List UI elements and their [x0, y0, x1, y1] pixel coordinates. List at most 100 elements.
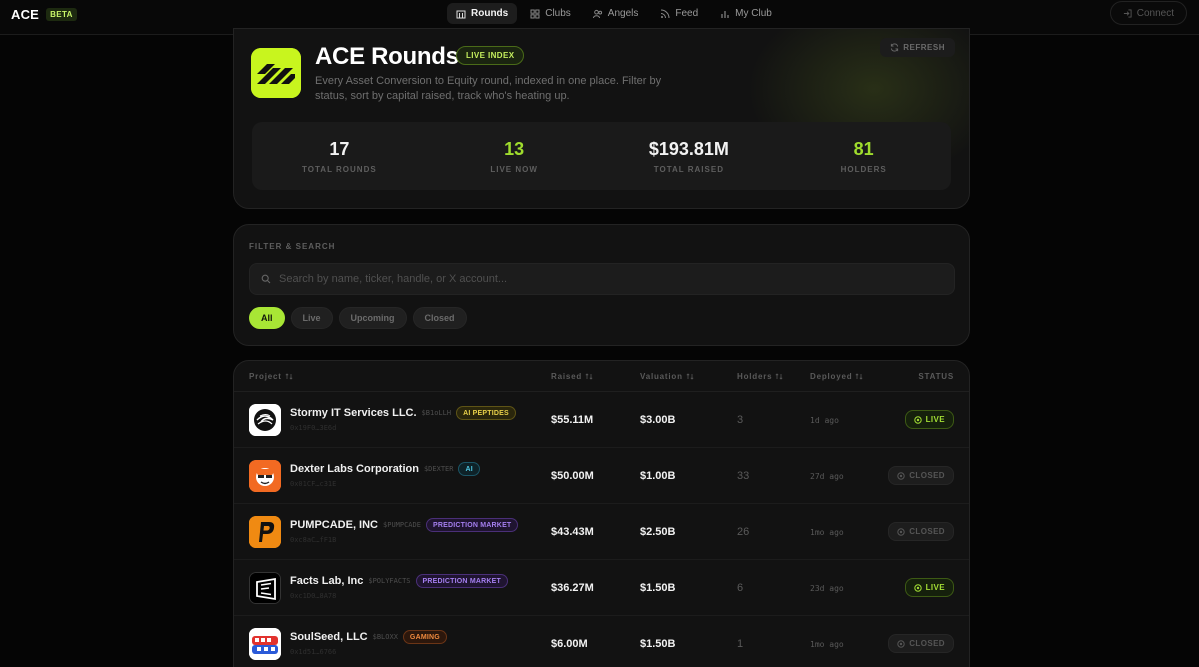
stat-live-now: 13 LIVE NOW [427, 122, 602, 190]
filter-section-title: FILTER & SEARCH [249, 242, 336, 251]
table-row[interactable]: Stormy IT Services LLC. $B1oLLH AI PEPTI… [234, 392, 969, 448]
stat-total-rounds: 17 TOTAL ROUNDS [252, 122, 427, 190]
raised-value: $36.27M [551, 582, 594, 594]
table-row[interactable]: SoulSeed, LLC $BLOXX GAMING 0x1d51…6766 … [234, 616, 969, 667]
column-header-project[interactable]: Project [249, 372, 293, 381]
nav-angels-label: Angels [607, 8, 639, 19]
column-label: Deployed [810, 372, 853, 381]
column-header-holders[interactable]: Holders [737, 372, 783, 381]
contract-address: 0x01CF…c31E [290, 480, 337, 488]
stat-label: LIVE NOW [490, 164, 538, 174]
search-icon [261, 274, 271, 284]
project-name-line: Stormy IT Services LLC. $B1oLLH AI PEPTI… [290, 406, 516, 420]
column-header-valuation[interactable]: Valuation [640, 372, 694, 381]
page-description: Every Asset Conversion to Equity round, … [315, 75, 662, 102]
project-avatar [249, 516, 281, 548]
column-header-raised[interactable]: Raised [551, 372, 593, 381]
stats-panel: 17 TOTAL ROUNDS 13 LIVE NOW $193.81M TOT… [252, 122, 951, 190]
sort-icon [855, 373, 863, 380]
ace-logo [251, 48, 301, 98]
status-label: CLOSED [909, 639, 945, 648]
filter-chip-closed[interactable]: Closed [412, 307, 467, 329]
dexter-face-icon [249, 460, 281, 492]
nav-rounds[interactable]: Rounds [447, 3, 518, 24]
valuation-value: $2.50B [640, 526, 676, 538]
hero-card: ACE Rounds LIVE INDEX Every Asset Conver… [233, 28, 970, 209]
connect-label: Connect [1136, 7, 1174, 19]
contract-address: 0xc8aC…fF1B [290, 536, 337, 544]
search-input[interactable] [279, 273, 954, 285]
project-name-line: PUMPCADE, INC $PUMPCADE PREDICTION MARKE… [290, 518, 519, 532]
beta-badge: BETA [46, 8, 77, 21]
brand[interactable]: ACE BETA [11, 7, 77, 22]
project-ticker: $BLOXX [372, 633, 398, 641]
deployed-value: 27d ago [810, 472, 844, 481]
login-icon [1123, 8, 1132, 18]
status-badge: LIVE [904, 410, 954, 429]
raised-value: $50.00M [551, 470, 594, 482]
column-label: Raised [551, 372, 583, 381]
raised-value: $55.11M [551, 414, 594, 426]
filter-chip-live[interactable]: Live [290, 307, 333, 329]
stat-value: 13 [504, 138, 525, 159]
live-index-badge: LIVE INDEX [456, 46, 525, 65]
table-row[interactable]: Dexter Labs Corporation $DEXTER AI 0x01C… [234, 448, 969, 504]
stat-total-raised: $193.81M TOTAL RAISED [602, 122, 777, 190]
table-row[interactable]: Facts Lab, Inc $POLYFACTS PREDICTION MAR… [234, 560, 969, 616]
status-badge: CLOSED [888, 522, 954, 541]
column-label: STATUS [918, 372, 954, 381]
project-name-line: Dexter Labs Corporation $DEXTER AI [290, 462, 480, 476]
status-circle-icon [897, 639, 905, 648]
project-ticker: $POLYFACTS [368, 577, 411, 585]
status-badge: LIVE [904, 578, 954, 597]
status-circle-icon [897, 471, 905, 480]
status-label: LIVE [925, 415, 945, 424]
project-name[interactable]: Dexter Labs Corporation [290, 463, 419, 475]
brand-name: ACE [11, 7, 40, 22]
bar-chart-icon [721, 10, 729, 18]
raised-value: $43.43M [551, 526, 594, 538]
project-avatar [249, 460, 281, 492]
holders-value: 26 [737, 526, 750, 538]
page-title: ACE Rounds [315, 43, 459, 70]
status-label: LIVE [925, 583, 945, 592]
deployed-value: 1d ago [810, 416, 839, 425]
connect-button[interactable]: Connect [1109, 1, 1187, 25]
deployed-value: 1mo ago [810, 640, 844, 649]
project-name[interactable]: SoulSeed, LLC [290, 631, 368, 643]
project-name[interactable]: PUMPCADE, INC [290, 519, 378, 531]
nav-my-club[interactable]: My Club [711, 3, 781, 24]
valuation-value: $3.00B [640, 414, 676, 426]
filter-chip-upcoming[interactable]: Upcoming [338, 307, 407, 329]
project-name[interactable]: Stormy IT Services LLC. [290, 407, 417, 419]
holders-value: 3 [737, 414, 744, 426]
filter-card: FILTER & SEARCH All Live Upcoming Closed [233, 224, 970, 346]
column-header-deployed[interactable]: Deployed [810, 372, 863, 381]
nav-feed[interactable]: Feed [651, 3, 707, 24]
category-tag: AI PEPTIDES [456, 406, 516, 420]
nav-angels[interactable]: Angels [584, 3, 648, 24]
raised-value: $6.00M [551, 638, 588, 650]
nav-feed-label: Feed [675, 8, 699, 19]
project-ticker: $PUMPCADE [383, 521, 421, 529]
table-row[interactable]: PUMPCADE, INC $PUMPCADE PREDICTION MARKE… [234, 504, 969, 560]
project-name[interactable]: Facts Lab, Inc [290, 575, 363, 587]
storm-swirl-icon [249, 404, 281, 436]
sort-icon [585, 373, 593, 380]
search-box[interactable] [249, 263, 955, 295]
contract-address: 0x19F0…3E6d [290, 424, 337, 432]
status-label: CLOSED [909, 471, 945, 480]
filter-chip-all[interactable]: All [249, 307, 285, 329]
category-tag: AI [458, 462, 480, 476]
deployed-value: 1mo ago [810, 528, 844, 537]
stat-value: 81 [853, 138, 874, 159]
category-tag: PREDICTION MARKET [415, 574, 508, 588]
refresh-button[interactable]: REFRESH [880, 38, 955, 57]
pumpcade-p-icon [249, 516, 281, 548]
project-avatar [249, 404, 281, 436]
nav-clubs[interactable]: Clubs [521, 3, 580, 24]
column-label: Valuation [640, 372, 683, 381]
valuation-value: $1.50B [640, 582, 676, 594]
sort-icon [775, 373, 783, 380]
stat-label: TOTAL RAISED [653, 164, 724, 174]
